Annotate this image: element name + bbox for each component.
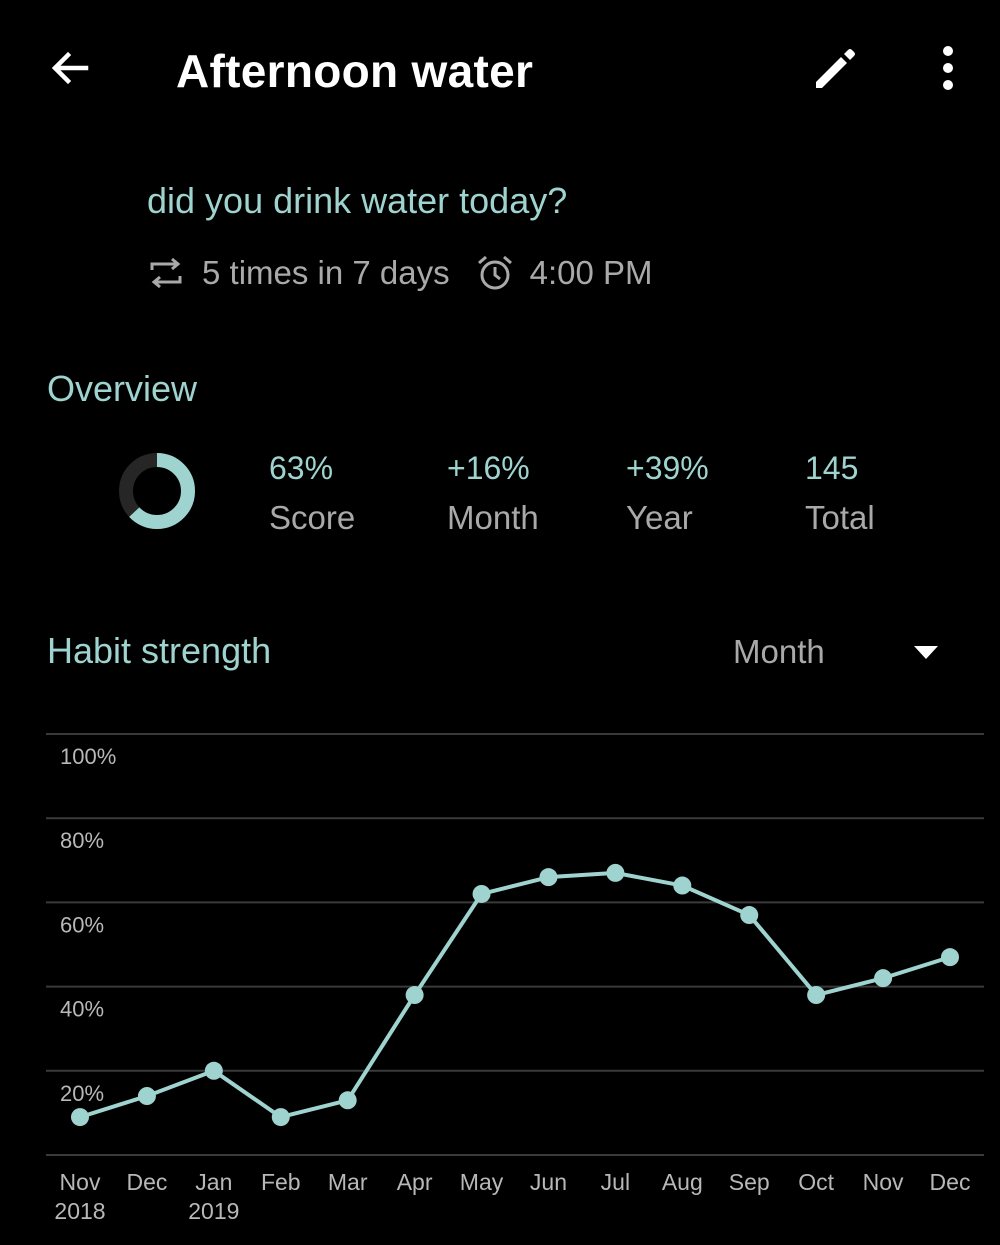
arrow-left-icon bbox=[48, 46, 92, 95]
stat-total-value: 145 bbox=[805, 450, 859, 486]
data-point bbox=[606, 863, 625, 882]
x-tick-label: Oct bbox=[798, 1169, 834, 1195]
overview-title: Overview bbox=[47, 368, 198, 409]
x-tick-label: Nov bbox=[863, 1169, 904, 1195]
app-toolbar: Afternoon water bbox=[0, 0, 1000, 140]
score-ring bbox=[118, 452, 196, 530]
habit-strength-chart-svg: 100% 80% 60% 40% 20% Nov 2018 Dec Jan 2019 Feb Mar A… bbox=[46, 733, 984, 1224]
x-tick-label: Dec bbox=[126, 1169, 167, 1195]
habit-question: did you drink water today? bbox=[147, 180, 568, 221]
x-tick-label: Jul bbox=[601, 1169, 630, 1195]
pencil-icon bbox=[810, 44, 858, 97]
back-button[interactable] bbox=[40, 40, 100, 100]
stat-month: +16% Month bbox=[447, 450, 539, 537]
x-tick-year-label: 2018 bbox=[54, 1198, 105, 1224]
page-title: Afternoon water bbox=[176, 45, 534, 97]
range-dropdown-value: Month bbox=[733, 633, 825, 670]
data-point bbox=[405, 986, 424, 1005]
data-point bbox=[137, 1087, 156, 1106]
stat-year: +39% Year bbox=[626, 450, 709, 537]
data-point bbox=[539, 868, 558, 887]
habit-strength-chart: 100% 80% 60% 40% 20% Nov 2018 Dec Jan 2019 Feb Mar A… bbox=[0, 720, 1000, 1240]
habit-strength-title: Habit strength bbox=[47, 630, 272, 671]
x-tick-label: Feb bbox=[261, 1169, 301, 1195]
stat-total-label: Total bbox=[805, 499, 875, 536]
x-tick-label: Jan bbox=[195, 1169, 232, 1195]
data-point bbox=[807, 986, 826, 1005]
x-tick-year-label: 2019 bbox=[188, 1198, 239, 1224]
more-options-button[interactable] bbox=[918, 40, 978, 100]
y-tick-label: 40% bbox=[60, 997, 104, 1022]
stat-total: 145 Total bbox=[805, 450, 875, 537]
alarm-clock-icon bbox=[476, 254, 514, 292]
frequency-text: 5 times in 7 days bbox=[202, 254, 450, 291]
data-point bbox=[941, 948, 959, 967]
triangle-down-icon bbox=[914, 646, 938, 665]
data-point bbox=[740, 906, 759, 925]
x-tick-label: Mar bbox=[328, 1169, 368, 1195]
data-point bbox=[271, 1108, 290, 1127]
range-dropdown[interactable]: Month bbox=[733, 630, 953, 674]
data-point bbox=[338, 1091, 357, 1110]
data-point bbox=[71, 1108, 89, 1127]
stat-year-label: Year bbox=[626, 499, 693, 536]
data-point bbox=[874, 969, 893, 988]
edit-button[interactable] bbox=[804, 40, 864, 100]
stat-score-label: Score bbox=[269, 499, 356, 536]
y-tick-label: 80% bbox=[60, 828, 104, 853]
x-tick-label: Nov bbox=[60, 1169, 101, 1195]
data-point bbox=[204, 1061, 223, 1080]
x-tick-label: Dec bbox=[930, 1169, 971, 1195]
x-tick-label: Apr bbox=[397, 1169, 433, 1195]
repeat-icon bbox=[148, 256, 184, 290]
data-point bbox=[673, 876, 692, 895]
y-tick-label: 60% bbox=[60, 912, 104, 937]
x-tick-label: Aug bbox=[662, 1169, 703, 1195]
stat-month-value: +16% bbox=[447, 450, 530, 486]
y-tick-label: 100% bbox=[60, 744, 116, 769]
x-tick-label: May bbox=[460, 1169, 504, 1195]
more-vertical-icon bbox=[938, 45, 958, 96]
stat-score: 63% Score bbox=[269, 450, 355, 537]
stat-month-label: Month bbox=[447, 499, 539, 536]
x-tick-label: Jun bbox=[530, 1169, 567, 1195]
data-point bbox=[472, 884, 491, 903]
y-tick-label: 20% bbox=[60, 1081, 104, 1106]
reminder-time: 4:00 PM bbox=[529, 254, 653, 291]
stat-year-value: +39% bbox=[626, 450, 709, 486]
x-tick-label: Sep bbox=[729, 1169, 770, 1195]
stat-score-value: 63% bbox=[269, 450, 334, 486]
habit-details: 5 times in 7 days 4:00 PM bbox=[148, 248, 653, 298]
